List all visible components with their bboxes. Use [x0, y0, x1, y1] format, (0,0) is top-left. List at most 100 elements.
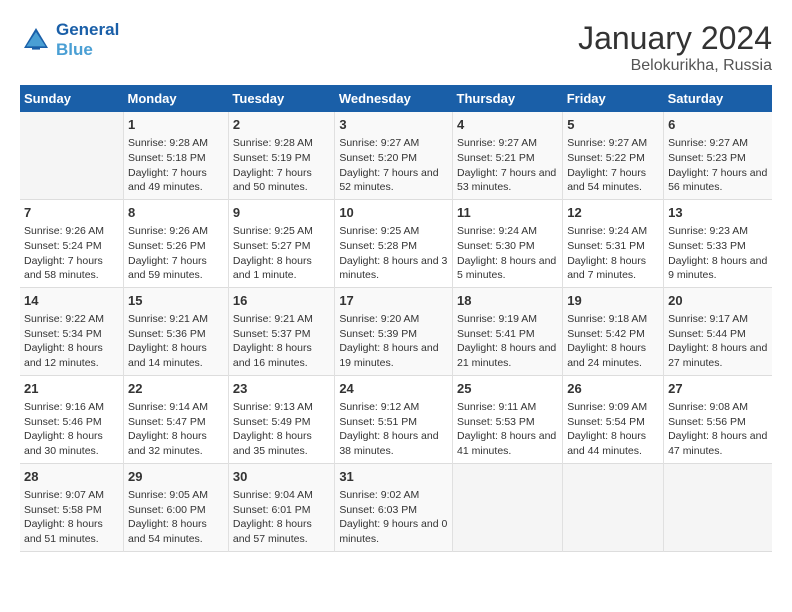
day-number: 22 — [128, 380, 224, 398]
calendar-cell: 8 Sunrise: 9:26 AMSunset: 5:26 PMDaylight… — [124, 199, 229, 287]
day-info: Sunrise: 9:19 AMSunset: 5:41 PMDaylight:… — [457, 312, 558, 371]
calendar-cell: 12 Sunrise: 9:24 AMSunset: 5:31 PMDayligh… — [563, 199, 664, 287]
day-info: Sunrise: 9:27 AMSunset: 5:20 PMDaylight:… — [339, 136, 448, 195]
day-info: Sunrise: 9:14 AMSunset: 5:47 PMDaylight:… — [128, 400, 224, 459]
day-number: 26 — [567, 380, 659, 398]
day-info: Sunrise: 9:27 AMSunset: 5:23 PMDaylight:… — [668, 136, 768, 195]
calendar-cell: 14 Sunrise: 9:22 AMSunset: 5:34 PMDayligh… — [20, 287, 124, 375]
day-info: Sunrise: 9:13 AMSunset: 5:49 PMDaylight:… — [233, 400, 330, 459]
day-number: 14 — [24, 292, 119, 310]
day-info: Sunrise: 9:25 AMSunset: 5:27 PMDaylight:… — [233, 224, 330, 283]
calendar-cell: 30Sunrise: 9:04 AMSunset: 6:01 PMDayligh… — [228, 463, 334, 551]
calendar-cell: 7Sunrise: 9:26 AMSunset: 5:24 PMDaylight… — [20, 199, 124, 287]
day-number: 24 — [339, 380, 448, 398]
page-title: January 2024 — [578, 20, 772, 57]
calendar-cell: 13 Sunrise: 9:23 AMSunset: 5:33 PMDayligh… — [664, 199, 772, 287]
calendar-cell: 18 Sunrise: 9:19 AMSunset: 5:41 PMDayligh… — [453, 287, 563, 375]
title-block: January 2024 Belokurikha, Russia — [578, 20, 772, 75]
day-info: Sunrise: 9:27 AMSunset: 5:22 PMDaylight:… — [567, 136, 659, 195]
calendar-cell: 4 Sunrise: 9:27 AMSunset: 5:21 PMDaylight… — [453, 112, 563, 199]
logo: General Blue — [20, 20, 119, 60]
day-info: Sunrise: 9:02 AMSunset: 6:03 PMDaylight:… — [339, 488, 448, 547]
day-info: Sunrise: 9:23 AMSunset: 5:33 PMDaylight:… — [668, 224, 768, 283]
day-info: Sunrise: 9:11 AMSunset: 5:53 PMDaylight:… — [457, 400, 558, 459]
day-info: Sunrise: 9:17 AMSunset: 5:44 PMDaylight:… — [668, 312, 768, 371]
day-info: Sunrise: 9:24 AMSunset: 5:31 PMDaylight:… — [567, 224, 659, 283]
calendar-cell: 20 Sunrise: 9:17 AMSunset: 5:44 PMDayligh… — [664, 287, 772, 375]
day-number: 15 — [128, 292, 224, 310]
day-info: Sunrise: 9:28 AMSunset: 5:18 PMDaylight:… — [128, 136, 224, 195]
calendar-cell — [563, 463, 664, 551]
day-number: 5 — [567, 116, 659, 134]
day-info: Sunrise: 9:20 AMSunset: 5:39 PMDaylight:… — [339, 312, 448, 371]
day-info: Sunrise: 9:26 AMSunset: 5:26 PMDaylight:… — [128, 224, 224, 283]
calendar-cell — [453, 463, 563, 551]
calendar-cell: 3 Sunrise: 9:27 AMSunset: 5:20 PMDaylight… — [335, 112, 453, 199]
column-header-monday: Monday — [124, 85, 229, 112]
calendar-cell: 1 Sunrise: 9:28 AMSunset: 5:18 PMDaylight… — [124, 112, 229, 199]
calendar-cell: 2 Sunrise: 9:28 AMSunset: 5:19 PMDaylight… — [228, 112, 334, 199]
day-number: 1 — [128, 116, 224, 134]
calendar-cell — [664, 463, 772, 551]
day-number: 10 — [339, 204, 448, 222]
day-info: Sunrise: 9:18 AMSunset: 5:42 PMDaylight:… — [567, 312, 659, 371]
day-number: 2 — [233, 116, 330, 134]
day-info: Sunrise: 9:07 AMSunset: 5:58 PMDaylight:… — [24, 488, 119, 547]
calendar-cell: 31 Sunrise: 9:02 AMSunset: 6:03 PMDayligh… — [335, 463, 453, 551]
calendar-cell: 24 Sunrise: 9:12 AMSunset: 5:51 PMDayligh… — [335, 375, 453, 463]
calendar-cell: 9 Sunrise: 9:25 AMSunset: 5:27 PMDaylight… — [228, 199, 334, 287]
day-number: 17 — [339, 292, 448, 310]
day-number: 21 — [24, 380, 119, 398]
calendar-cell: 29Sunrise: 9:05 AMSunset: 6:00 PMDayligh… — [124, 463, 229, 551]
day-info: Sunrise: 9:22 AMSunset: 5:34 PMDaylight:… — [24, 312, 119, 371]
calendar-cell: 27 Sunrise: 9:08 AMSunset: 5:56 PMDayligh… — [664, 375, 772, 463]
day-info: Sunrise: 9:27 AMSunset: 5:21 PMDaylight:… — [457, 136, 558, 195]
calendar-table: SundayMondayTuesdayWednesdayThursdayFrid… — [20, 85, 772, 552]
day-number: 9 — [233, 204, 330, 222]
calendar-cell: 25 Sunrise: 9:11 AMSunset: 5:53 PMDayligh… — [453, 375, 563, 463]
day-number: 19 — [567, 292, 659, 310]
calendar-cell: 10 Sunrise: 9:25 AMSunset: 5:28 PMDayligh… — [335, 199, 453, 287]
day-info: Sunrise: 9:21 AMSunset: 5:37 PMDaylight:… — [233, 312, 330, 371]
calendar-header-row: SundayMondayTuesdayWednesdayThursdayFrid… — [20, 85, 772, 112]
calendar-cell: 11Sunrise: 9:24 AMSunset: 5:30 PMDayligh… — [453, 199, 563, 287]
calendar-cell — [20, 112, 124, 199]
day-info: Sunrise: 9:04 AMSunset: 6:01 PMDaylight:… — [233, 488, 330, 547]
calendar-cell: 6 Sunrise: 9:27 AMSunset: 5:23 PMDaylight… — [664, 112, 772, 199]
column-header-sunday: Sunday — [20, 85, 124, 112]
week-row-1: 1 Sunrise: 9:28 AMSunset: 5:18 PMDaylight… — [20, 112, 772, 199]
calendar-cell: 26 Sunrise: 9:09 AMSunset: 5:54 PMDayligh… — [563, 375, 664, 463]
column-header-thursday: Thursday — [453, 85, 563, 112]
day-number: 29 — [128, 468, 224, 486]
calendar-cell: 21 Sunrise: 9:16 AMSunset: 5:46 PMDayligh… — [20, 375, 124, 463]
day-number: 8 — [128, 204, 224, 222]
day-info: Sunrise: 9:25 AMSunset: 5:28 PMDaylight:… — [339, 224, 448, 283]
calendar-cell: 16Sunrise: 9:21 AMSunset: 5:37 PMDayligh… — [228, 287, 334, 375]
day-number: 13 — [668, 204, 768, 222]
column-header-friday: Friday — [563, 85, 664, 112]
calendar-cell: 23 Sunrise: 9:13 AMSunset: 5:49 PMDayligh… — [228, 375, 334, 463]
day-number: 28 — [24, 468, 119, 486]
day-number: 6 — [668, 116, 768, 134]
day-info: Sunrise: 9:16 AMSunset: 5:46 PMDaylight:… — [24, 400, 119, 459]
calendar-cell: 22 Sunrise: 9:14 AMSunset: 5:47 PMDayligh… — [124, 375, 229, 463]
day-number: 23 — [233, 380, 330, 398]
day-number: 27 — [668, 380, 768, 398]
day-number: 25 — [457, 380, 558, 398]
day-number: 20 — [668, 292, 768, 310]
calendar-cell: 19 Sunrise: 9:18 AMSunset: 5:42 PMDayligh… — [563, 287, 664, 375]
page-subtitle: Belokurikha, Russia — [578, 57, 772, 75]
day-info: Sunrise: 9:28 AMSunset: 5:19 PMDaylight:… — [233, 136, 330, 195]
week-row-2: 7Sunrise: 9:26 AMSunset: 5:24 PMDaylight… — [20, 199, 772, 287]
day-info: Sunrise: 9:09 AMSunset: 5:54 PMDaylight:… — [567, 400, 659, 459]
day-info: Sunrise: 9:12 AMSunset: 5:51 PMDaylight:… — [339, 400, 448, 459]
day-number: 31 — [339, 468, 448, 486]
column-header-wednesday: Wednesday — [335, 85, 453, 112]
day-number: 4 — [457, 116, 558, 134]
day-number: 12 — [567, 204, 659, 222]
day-number: 11 — [457, 204, 558, 222]
day-number: 3 — [339, 116, 448, 134]
day-info: Sunrise: 9:08 AMSunset: 5:56 PMDaylight:… — [668, 400, 768, 459]
column-header-tuesday: Tuesday — [228, 85, 334, 112]
day-number: 18 — [457, 292, 558, 310]
